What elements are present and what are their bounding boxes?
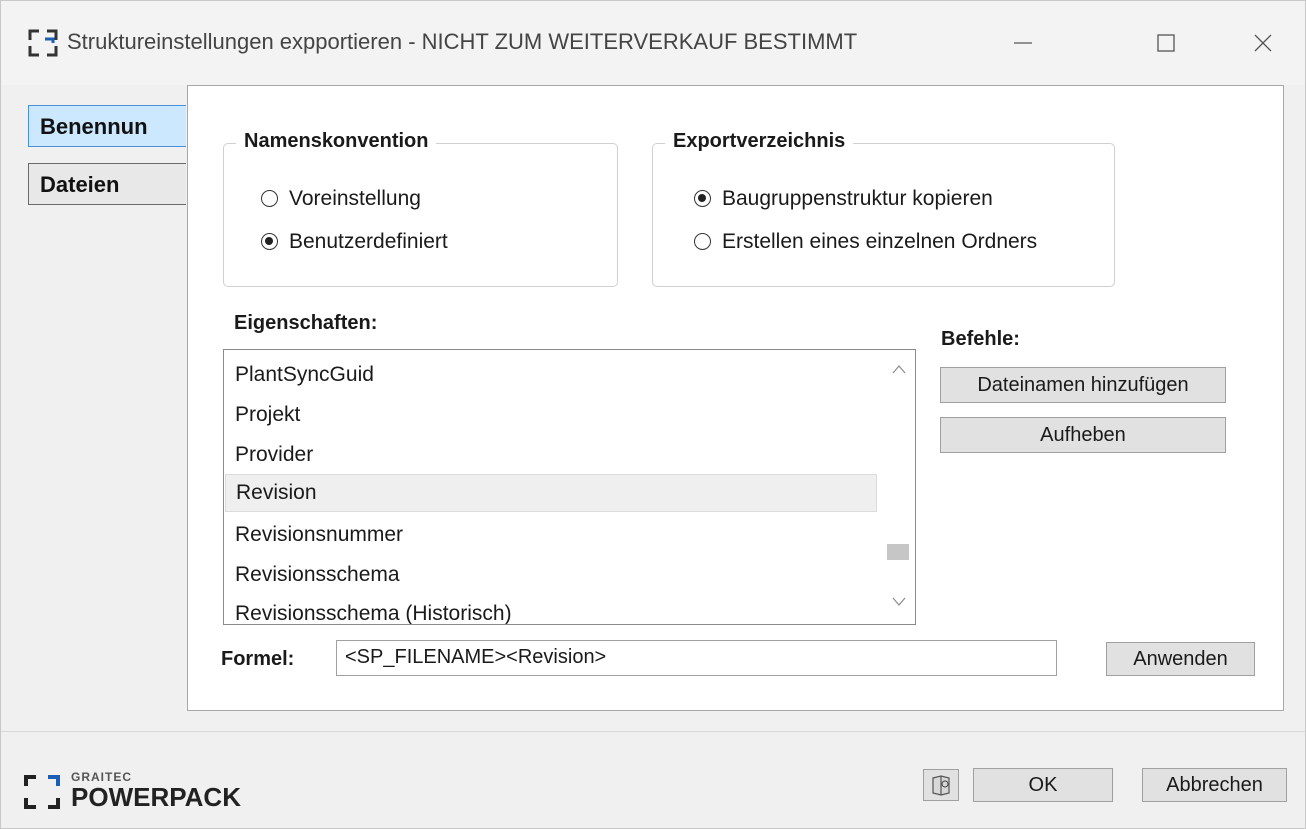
close-button[interactable] — [1243, 23, 1283, 63]
title-bar[interactable]: Struktureinstellungen expportieren - NIC… — [1, 1, 1305, 85]
cancel-button[interactable]: Abbrechen — [1142, 768, 1287, 802]
powerpack-logo-icon — [24, 775, 60, 809]
graitec-powerpack-logo: GRAITEC POWERPACK — [23, 770, 263, 814]
naming-convention-group: Namenskonvention Voreinstellung Benutzer… — [223, 130, 618, 287]
radio-custom-label: Benutzerdefiniert — [289, 230, 448, 253]
scrollbar-thumb[interactable] — [887, 544, 909, 560]
naming-panel: Namenskonvention Voreinstellung Benutzer… — [187, 85, 1284, 711]
radio-default-circle[interactable] — [261, 190, 278, 207]
logo-text-big: POWERPACK — [71, 782, 241, 812]
undo-button[interactable]: Aufheben — [940, 417, 1226, 453]
tab-naming[interactable]: Benennun — [28, 105, 186, 147]
radio-default-label: Voreinstellung — [289, 187, 421, 210]
radio-copy-structure-circle[interactable] — [694, 190, 711, 207]
commands-label: Befehle: — [941, 328, 1020, 350]
app-icon — [28, 29, 58, 57]
radio-custom-circle[interactable] — [261, 233, 278, 250]
formula-label: Formel: — [221, 648, 295, 670]
maximize-button[interactable] — [1146, 23, 1186, 63]
maximize-icon — [1157, 34, 1175, 52]
list-item[interactable]: Projekt — [225, 397, 877, 435]
export-directory-group: Exportverzeichnis Baugruppenstruktur kop… — [652, 130, 1115, 287]
list-item[interactable]: Revisionsschema (Historisch) — [225, 596, 877, 624]
export-directory-title: Exportverzeichnis — [665, 130, 854, 153]
scroll-up-icon[interactable] — [892, 364, 906, 374]
naming-convention-title: Namenskonvention — [236, 130, 437, 153]
formula-input[interactable]: <SP_FILENAME><Revision> — [336, 640, 1057, 676]
list-item[interactable]: Revisionsschema — [225, 557, 877, 595]
radio-copy-structure-label: Baugruppenstruktur kopieren — [722, 187, 993, 210]
help-book-icon — [932, 775, 950, 796]
vertical-scrollbar[interactable] — [883, 350, 915, 624]
list-item[interactable]: Provider — [225, 437, 877, 475]
properties-list[interactable]: PlantSyncGuid Projekt Provider Revision … — [223, 349, 916, 625]
radio-single-folder-circle[interactable] — [694, 233, 711, 250]
footer-separator — [1, 731, 1305, 732]
list-item[interactable]: Revisionsnummer — [225, 517, 877, 555]
minimize-button[interactable] — [1003, 23, 1043, 63]
close-icon — [1254, 34, 1272, 52]
list-item-selected[interactable]: Revision — [225, 474, 877, 512]
scroll-down-icon[interactable] — [892, 597, 906, 607]
help-button[interactable] — [923, 769, 959, 801]
window-title: Struktureinstellungen expportieren - NIC… — [67, 29, 858, 54]
radio-single-folder-label: Erstellen eines einzelnen Ordners — [722, 230, 1038, 253]
apply-button[interactable]: Anwenden — [1106, 642, 1255, 676]
minimize-icon — [1014, 42, 1032, 44]
ok-button[interactable]: OK — [973, 768, 1113, 802]
add-filename-button[interactable]: Dateinamen hinzufügen — [940, 367, 1226, 403]
list-item[interactable]: PlantSyncGuid — [225, 357, 877, 395]
tab-files[interactable]: Dateien — [28, 163, 186, 205]
properties-label: Eigenschaften: — [234, 312, 378, 334]
dialog-window: Struktureinstellungen expportieren - NIC… — [0, 0, 1306, 829]
